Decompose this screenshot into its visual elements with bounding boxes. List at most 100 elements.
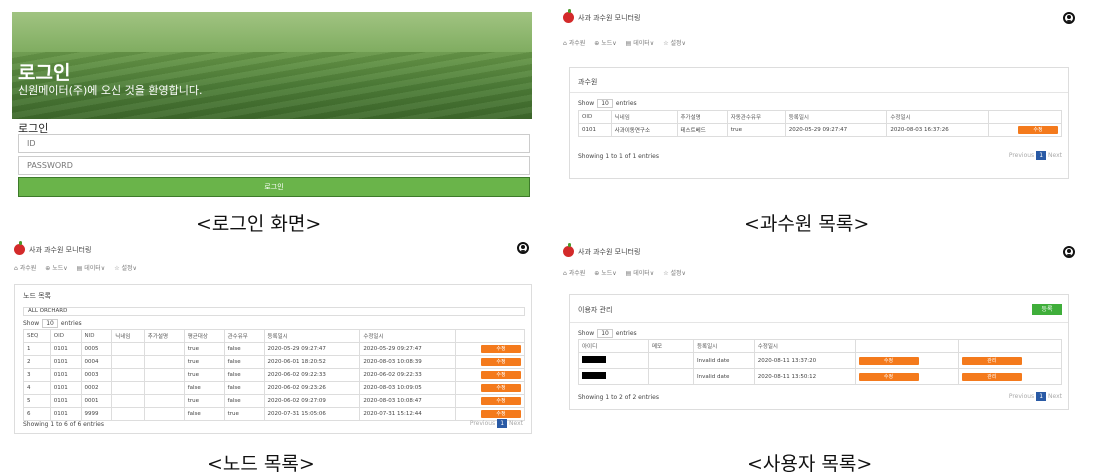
col-header[interactable]: SEQ — [23, 329, 51, 343]
edit-button[interactable]: 수정 — [481, 384, 521, 392]
orchard-filter-select[interactable]: ALL ORCHARD — [23, 307, 525, 316]
edit-button[interactable]: 수정 — [858, 356, 919, 365]
password-input[interactable] — [18, 156, 530, 175]
prev-button[interactable]: Previous — [470, 420, 495, 427]
nav-node[interactable]: ⊕ 노드∨ — [45, 263, 67, 272]
cell — [143, 407, 185, 421]
cell: 0101 — [49, 381, 82, 395]
next-button[interactable]: Next — [1048, 393, 1062, 400]
app-title: 사과 과수원 모니터링 — [14, 241, 91, 255]
col-header[interactable]: 자동관수유무 — [726, 110, 786, 124]
page-size-select[interactable]: 10 — [597, 329, 613, 338]
navbar: ⌂ 과수원 ⊕ 노드∨ ▤ 데이터∨ ☆ 설정∨ — [563, 268, 686, 277]
login-button[interactable]: 로그인 — [18, 177, 530, 197]
nav-settings[interactable]: ☆ 설정∨ — [663, 268, 686, 277]
edit-button[interactable]: 수정 — [481, 358, 521, 366]
page-button[interactable]: 1 — [1036, 392, 1047, 401]
users-table: 아이디 메모 등록일시 수정일시 Invalid date 2020-08-11… — [578, 339, 1063, 385]
page-size-select[interactable]: 10 — [42, 319, 58, 328]
add-user-button[interactable]: 등록 — [1032, 304, 1062, 315]
col-header[interactable]: 수정일시 — [886, 110, 989, 124]
edit-button[interactable]: 수정 — [481, 397, 521, 405]
cell: 5 — [23, 394, 51, 408]
col-header[interactable]: 추가설명 — [143, 329, 185, 343]
cell: 관리 — [957, 368, 1063, 385]
nav-settings[interactable]: ☆ 설정∨ — [663, 38, 686, 47]
cell: true — [183, 394, 225, 408]
cell: false — [183, 407, 225, 421]
prev-button[interactable]: Previous — [1009, 393, 1034, 400]
nav-orchard[interactable]: ⌂ 과수원 — [563, 268, 585, 277]
edit-button[interactable]: 수정 — [481, 371, 521, 379]
nav-node[interactable]: ⊕ 노드∨ — [594, 38, 616, 47]
nav-data[interactable]: ▤ 데이터∨ — [626, 38, 655, 47]
cell: 0001 — [80, 394, 113, 408]
cell: 2020-08-11 13:37:20 — [753, 352, 856, 369]
edit-button[interactable]: 수정 — [858, 372, 919, 381]
cell: 6 — [23, 407, 51, 421]
next-button[interactable]: Next — [1048, 152, 1062, 159]
cell: 수정 — [455, 355, 525, 369]
cell: 2020-05-29 09:27:47 — [263, 342, 361, 356]
page-button[interactable]: 1 — [497, 419, 508, 428]
cell: false — [223, 394, 265, 408]
next-button[interactable]: Next — [509, 420, 523, 427]
col-header[interactable]: NID — [80, 329, 113, 343]
cell: 테스트베드 — [676, 123, 728, 137]
table-row: 0101 사과이동연구소 테스트베드 true 2020-05-29 09:27… — [578, 123, 1063, 137]
cell — [143, 342, 185, 356]
col-header[interactable]: OID — [49, 329, 82, 343]
users-card: 이용자 관리 등록 Show 10 entries 아이디 메모 등록일시 수정일시… — [569, 294, 1069, 410]
login-caption: <로그인 화면> — [196, 213, 322, 235]
user-profile-icon[interactable] — [1063, 12, 1075, 24]
cell — [111, 394, 145, 408]
cell: 9999 — [80, 407, 113, 421]
col-header[interactable]: OID — [578, 110, 612, 124]
cell: 2020-06-02 09:27:09 — [263, 394, 361, 408]
cell: 0002 — [80, 381, 113, 395]
col-header[interactable]: 아이디 — [578, 339, 649, 353]
col-header[interactable]: 평균대상 — [183, 329, 225, 343]
col-header[interactable]: 등록일시 — [784, 110, 888, 124]
page-button[interactable]: 1 — [1036, 151, 1047, 160]
cell: 수정 — [987, 123, 1063, 137]
edit-button[interactable]: 수정 — [481, 345, 521, 353]
edit-button[interactable]: 수정 — [1018, 126, 1058, 134]
user-profile-icon[interactable] — [517, 242, 529, 254]
cell: true — [183, 355, 225, 369]
nav-settings[interactable]: ☆ 설정∨ — [114, 263, 137, 272]
node-card: 노드 목록 ALL ORCHARD Show 10 entries SEQ OID … — [14, 284, 532, 434]
col-header[interactable]: 메모 — [648, 339, 694, 353]
pagination: Previous 1 Next — [470, 419, 523, 428]
user-profile-icon[interactable] — [1063, 246, 1075, 258]
col-header[interactable]: 닉네임 — [111, 329, 145, 343]
cell: Invalid date — [693, 368, 755, 385]
cell: 0005 — [80, 342, 113, 356]
col-header[interactable]: 추가설명 — [676, 110, 728, 124]
nav-data[interactable]: ▤ 데이터∨ — [626, 268, 655, 277]
node-table: SEQ OID NID 닉네임 추가설명 평균대상 관수유무 등록일시 수정일시… — [23, 329, 525, 421]
nav-orchard[interactable]: ⌂ 과수원 — [14, 263, 36, 272]
prev-button[interactable]: Previous — [1009, 152, 1034, 159]
cell: 수정 — [854, 352, 959, 369]
nav-data[interactable]: ▤ 데이터∨ — [77, 263, 106, 272]
col-header[interactable]: 수정일시 — [753, 339, 856, 353]
col-header[interactable]: 등록일시 — [693, 339, 755, 353]
col-header[interactable]: 관수유무 — [223, 329, 265, 343]
col-header[interactable]: 등록일시 — [263, 329, 361, 343]
id-input[interactable] — [18, 134, 530, 153]
nav-orchard[interactable]: ⌂ 과수원 — [563, 38, 585, 47]
cell: Invalid date — [693, 352, 755, 369]
cell: 2020-06-01 18:20:52 — [263, 355, 361, 369]
page-size-select[interactable]: 10 — [597, 99, 613, 108]
nav-node[interactable]: ⊕ 노드∨ — [594, 268, 616, 277]
table-row: Invalid date 2020-08-11 13:37:20 수정 관리 — [578, 352, 1063, 369]
edit-button[interactable]: 수정 — [481, 410, 521, 418]
col-header[interactable]: 닉네임 — [610, 110, 678, 124]
manage-button[interactable]: 관리 — [961, 356, 1022, 365]
col-header[interactable]: 수정일시 — [359, 329, 457, 343]
cell: false — [223, 368, 265, 382]
cell — [578, 352, 649, 369]
manage-button[interactable]: 관리 — [961, 372, 1022, 381]
cell — [143, 355, 185, 369]
